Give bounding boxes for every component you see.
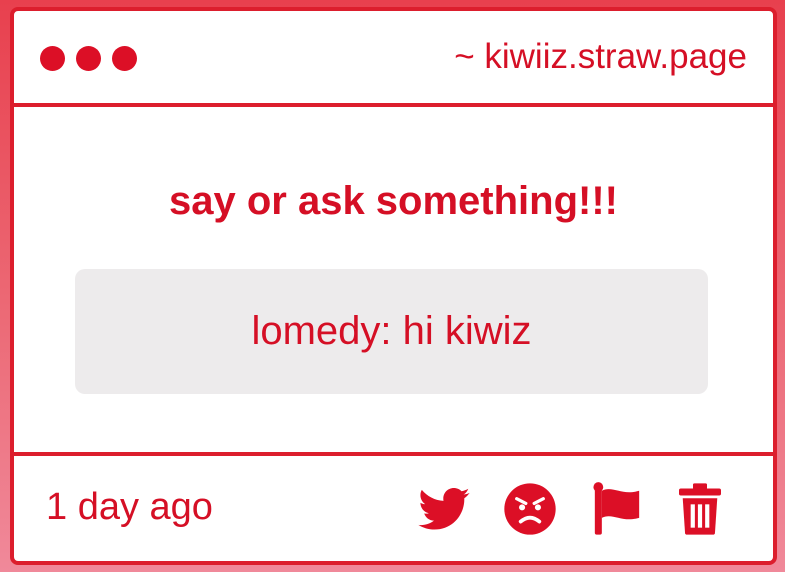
message-text: lomedy: hi kiwiz bbox=[251, 309, 532, 353]
delete-button[interactable] bbox=[672, 481, 728, 537]
card-content: say or ask something!!! lomedy: hi kiwiz bbox=[14, 107, 773, 452]
window-dot bbox=[40, 46, 65, 71]
twitter-icon bbox=[418, 488, 470, 530]
message-card: ~ kiwiiz.straw.page say or ask something… bbox=[10, 7, 777, 565]
prompt-heading: say or ask something!!! bbox=[168, 179, 618, 223]
window-dot bbox=[112, 46, 137, 71]
angry-reaction-button[interactable] bbox=[502, 481, 558, 537]
site-link[interactable]: ~ kiwiiz.straw.page bbox=[454, 33, 747, 81]
angry-face-icon bbox=[504, 483, 556, 535]
card-footer: 1 day ago bbox=[14, 452, 773, 561]
trash-icon bbox=[679, 483, 721, 535]
share-twitter-button[interactable] bbox=[416, 481, 472, 537]
report-flag-button[interactable] bbox=[589, 481, 645, 537]
title-bar: ~ kiwiiz.straw.page bbox=[14, 11, 773, 107]
window-dot bbox=[76, 46, 101, 71]
timestamp: 1 day ago bbox=[46, 486, 213, 528]
message-box: lomedy: hi kiwiz bbox=[75, 269, 708, 394]
flag-icon bbox=[593, 482, 640, 535]
